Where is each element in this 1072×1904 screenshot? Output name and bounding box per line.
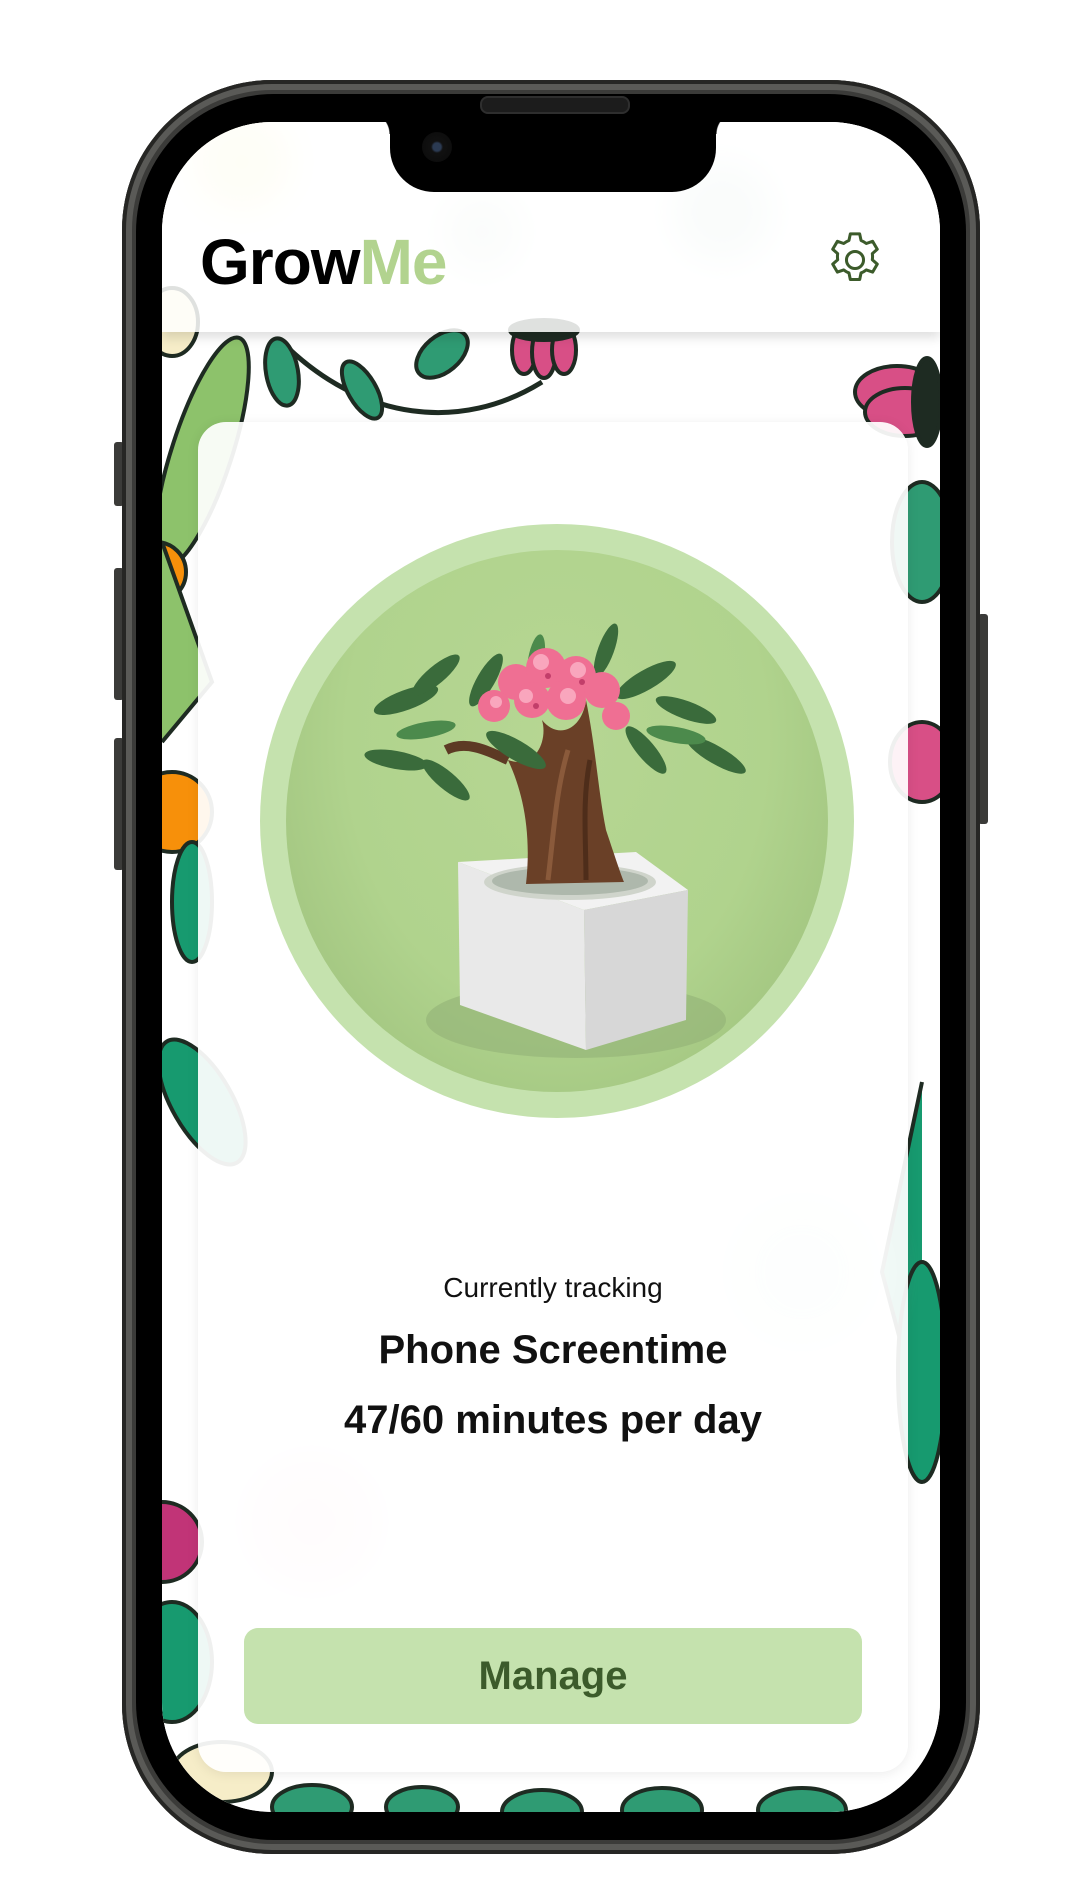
tracker-card: Currently tracking Phone Screentime 47/6… — [198, 422, 908, 1772]
habit-progress: 47/60 minutes per day — [344, 1398, 762, 1442]
earpiece-speaker — [480, 96, 630, 114]
manage-button[interactable]: Manage — [244, 1628, 862, 1724]
app-screen: GrowMe Currently tracking Phone Screenti… — [162, 122, 940, 1812]
gear-icon[interactable] — [822, 227, 888, 293]
front-camera — [422, 132, 452, 162]
habit-name: Phone Screentime — [378, 1328, 728, 1372]
logo-part-me: Me — [359, 226, 448, 298]
tracking-label: Currently tracking — [443, 1272, 663, 1303]
bonsai-plant-image — [364, 623, 746, 1058]
logo-part-grow: Grow — [200, 226, 361, 298]
plant-display — [260, 524, 854, 1118]
app-logo: GrowMe — [200, 230, 447, 294]
plant-background — [286, 550, 828, 1092]
